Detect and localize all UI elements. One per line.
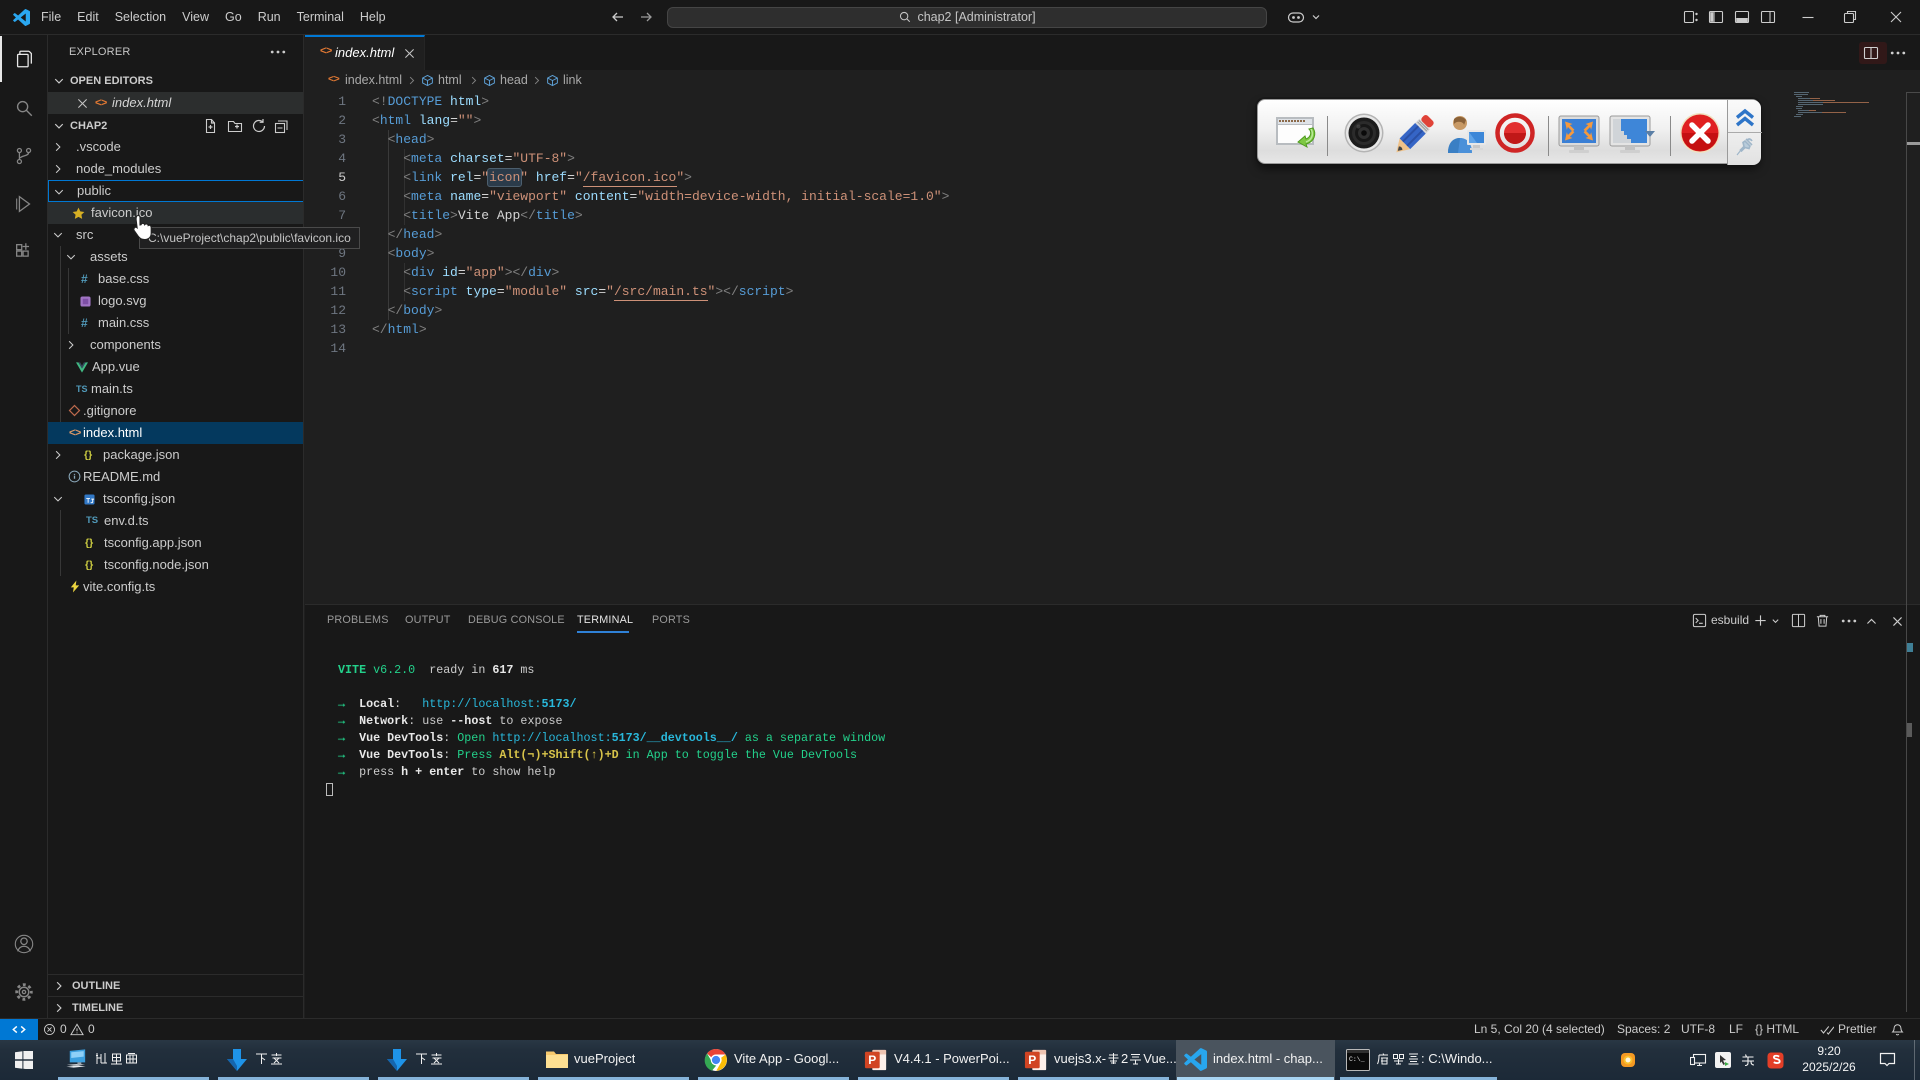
svg-text:P: P — [1028, 1053, 1036, 1067]
svg-text:P: P — [868, 1053, 876, 1067]
svg-text:C:\_: C:\_ — [1349, 1056, 1365, 1063]
